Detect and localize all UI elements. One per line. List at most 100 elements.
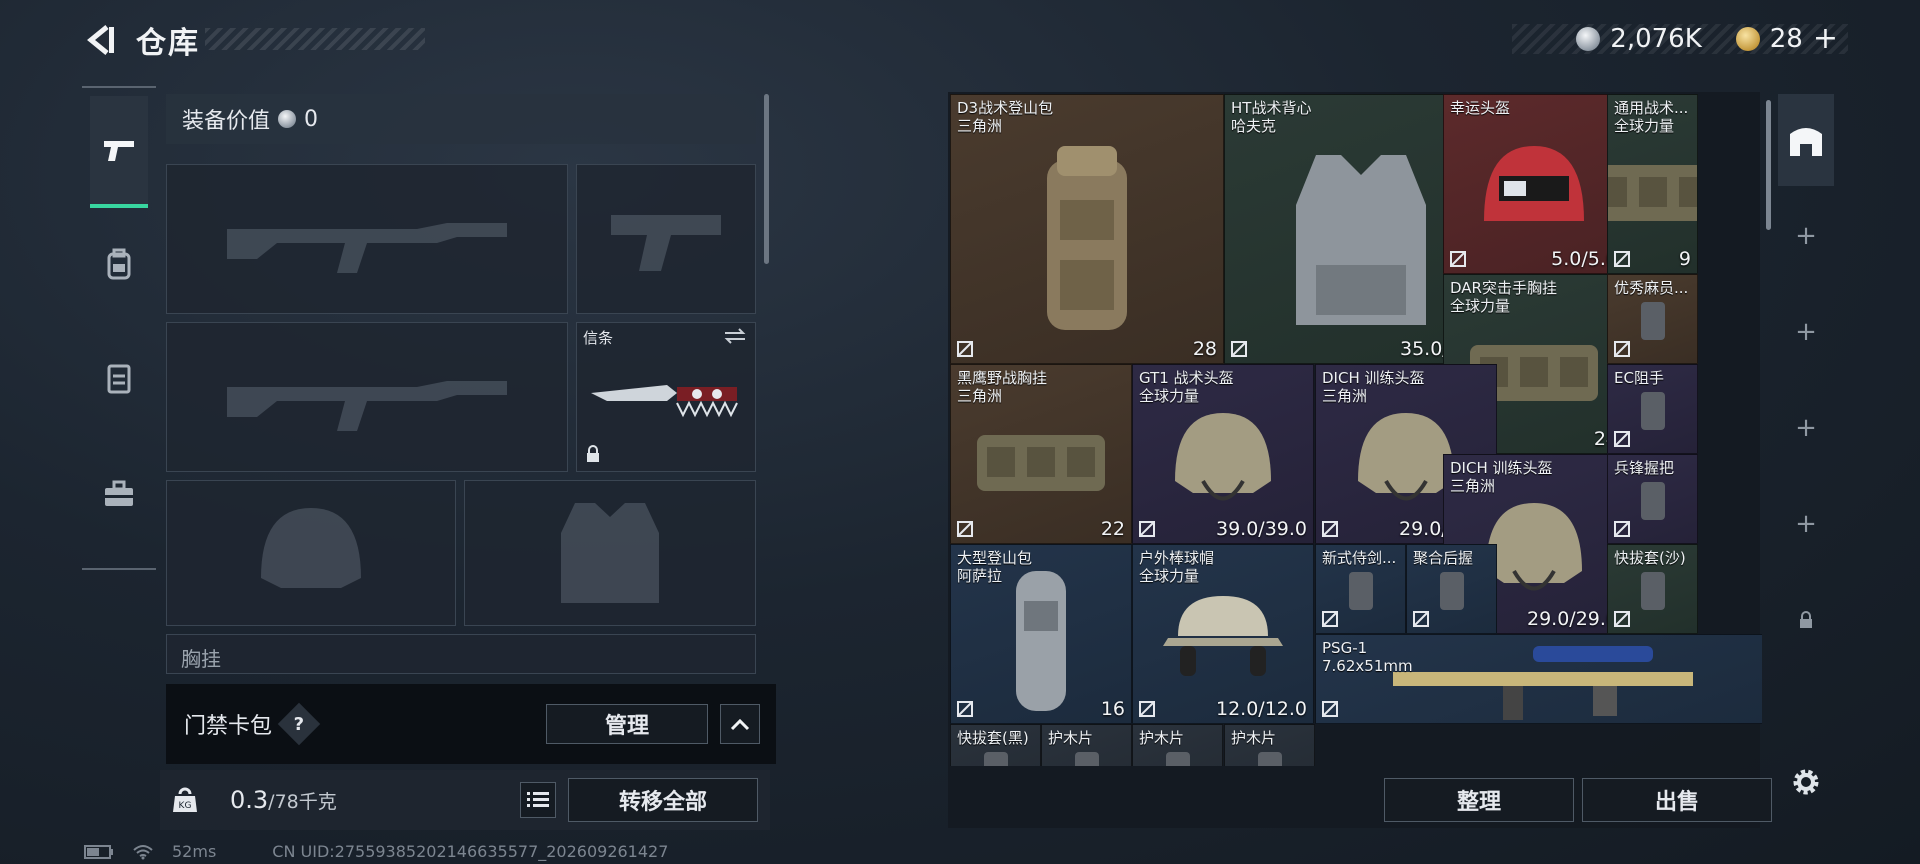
no-bind-icon [957, 701, 973, 717]
chest-rig-slot[interactable]: 胸挂 [166, 634, 756, 674]
item-stat: 29.0/29.0 [1526, 608, 1618, 630]
list-icon [527, 792, 549, 807]
helmet-slot[interactable] [166, 480, 456, 626]
stash-item[interactable]: GT1 战术头盔 全球力量 39.0/39.0 [1132, 364, 1314, 544]
tab-add-stash-3[interactable]: + [1778, 382, 1834, 474]
wifi-icon [133, 844, 153, 859]
pistol-slot[interactable] [576, 164, 756, 314]
melee-slot[interactable]: 信条 [576, 322, 756, 472]
item-image [1250, 746, 1290, 766]
no-bind-icon [1139, 701, 1155, 717]
stash-item[interactable]: 优秀麻员... [1607, 274, 1698, 364]
item-name: HT战术背心 [1231, 99, 1312, 117]
armor-slot[interactable] [464, 480, 756, 626]
item-origin: 全球力量 [1139, 567, 1200, 585]
no-bind-icon [1614, 251, 1630, 267]
equipment-value-bar: 装备价值 0 [166, 94, 756, 144]
loadout-panel: 装备价值 0 信条 胸挂 门禁卡包 ? 管理 KG 0.3 /78千克 转移全部 [160, 90, 776, 830]
help-button[interactable]: ? [277, 702, 321, 746]
stash-item[interactable]: EC阻手 [1607, 364, 1698, 454]
gold-coin-icon [1735, 27, 1760, 51]
loadout-scrollbar[interactable] [764, 94, 769, 264]
rifle-silhouette-icon [167, 323, 567, 471]
item-name: DICH 训练头盔 [1450, 459, 1553, 477]
briefcase-icon [105, 480, 133, 506]
item-name: 快拔套(黑) [957, 729, 1029, 747]
collapse-button[interactable] [720, 704, 760, 744]
page-title: 仓库 [136, 26, 200, 61]
item-name: 优秀麻员... [1614, 279, 1689, 297]
item-name: D3战术登山包 [957, 99, 1054, 117]
item-stat: 22 [1100, 518, 1125, 540]
back-button[interactable] [80, 20, 120, 60]
item-name: 户外棒球帽 [1139, 549, 1215, 567]
tab-stash-main[interactable] [1778, 94, 1834, 186]
tab-add-stash-4[interactable]: + [1778, 478, 1834, 570]
no-bind-icon [957, 341, 973, 357]
item-name: GT1 战术头盔 [1139, 369, 1234, 387]
item-image [1163, 401, 1283, 525]
tab-case[interactable] [90, 438, 148, 550]
stash-item[interactable]: 聚合后握 [1406, 544, 1497, 634]
stash-item[interactable]: 护木片 [1132, 724, 1223, 766]
item-name: 新式侍剑... [1322, 549, 1397, 567]
equipment-category-tabs [82, 86, 156, 570]
tab-add-stash-1[interactable]: + [1778, 190, 1834, 282]
stash-item[interactable]: 新式侍剑... [1315, 544, 1406, 634]
carry-weight-value: 0.3 [230, 786, 269, 814]
melee-slot-label: 信条 [583, 329, 614, 347]
stash-item[interactable]: 护木片 [1224, 724, 1315, 766]
weight-bar: KG 0.3 /78千克 转移全部 [160, 770, 770, 830]
item-stat: 28 [1192, 338, 1217, 360]
list-view-button[interactable] [520, 782, 556, 818]
stash-item[interactable]: 护木片 [1041, 724, 1132, 766]
currency-panel: 2,076K 28 + [1512, 24, 1848, 54]
stash-item[interactable]: 快拔套(黑) [950, 724, 1041, 766]
lock-icon [587, 445, 599, 462]
stash-item[interactable]: 户外棒球帽 全球力量 12.0/12.0 [1132, 544, 1314, 724]
help-icon: ? [293, 713, 305, 735]
manage-button[interactable]: 管理 [546, 704, 708, 744]
primary-weapon-slot[interactable] [166, 164, 568, 314]
stash-item[interactable]: 幸运头盔 5.0/5.0 [1443, 94, 1625, 274]
swap-icon[interactable] [723, 327, 747, 345]
item-image [1158, 586, 1288, 700]
tab-backpack[interactable] [90, 208, 148, 320]
item-image [1633, 566, 1673, 620]
no-bind-icon [1322, 611, 1338, 627]
item-origin: 哈夫克 [1231, 117, 1277, 135]
stash-item[interactable]: 大型登山包 阿萨拉 16 [950, 544, 1132, 724]
sort-button[interactable]: 整理 [1384, 778, 1574, 822]
vest-icon [107, 364, 131, 394]
keycard-wallet-label: 门禁卡包 [184, 714, 273, 739]
stash-item[interactable]: 通用战术... 全球力量 9 [1607, 94, 1698, 274]
item-image [976, 746, 1016, 766]
add-currency-button[interactable]: + [1813, 24, 1838, 54]
tab-chest-rig[interactable] [90, 322, 148, 434]
secondary-weapon-slot[interactable] [166, 322, 568, 472]
tab-add-stash-2[interactable]: + [1778, 286, 1834, 378]
armor-silhouette-icon [465, 481, 755, 625]
sell-button[interactable]: 出售 [1582, 778, 1772, 822]
storage-icon [1790, 128, 1822, 156]
transfer-all-button[interactable]: 转移全部 [568, 778, 758, 822]
item-name: 黑鹰野战胸挂 [957, 369, 1048, 387]
tab-locked-stash[interactable] [1778, 574, 1834, 666]
stash-item[interactable]: 黑鹰野战胸挂 三角洲 22 [950, 364, 1132, 544]
item-origin: 全球力量 [1614, 117, 1675, 135]
stash-item[interactable]: 兵锋握把 [1607, 454, 1698, 544]
stash-item[interactable]: PSG-1 7.62x51mm [1315, 634, 1762, 724]
item-name: PSG-1 [1322, 639, 1368, 657]
item-image [1286, 145, 1436, 339]
silver-coin-icon [278, 110, 297, 128]
item-origin: 三角洲 [957, 387, 1003, 405]
item-name: 护木片 [1231, 729, 1277, 747]
stash-item[interactable]: 快拔套(沙) [1607, 544, 1698, 634]
settings-button[interactable] [1786, 762, 1826, 802]
tab-weapons[interactable] [90, 96, 148, 208]
silver-coin-icon [1576, 27, 1601, 51]
item-name: 护木片 [1048, 729, 1094, 747]
stash-scrollbar[interactable] [1766, 100, 1771, 230]
stash-item[interactable]: D3战术登山包 三角洲 28 [950, 94, 1224, 364]
item-image [1633, 296, 1673, 350]
